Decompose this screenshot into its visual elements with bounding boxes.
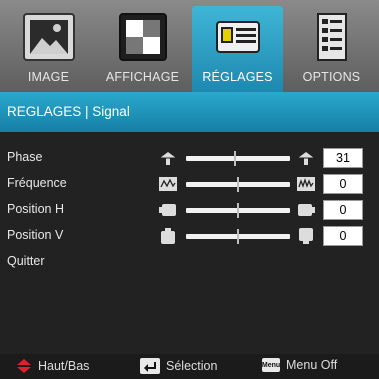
tab-options[interactable]: OPTIONS (286, 6, 377, 92)
frequency-decrease-icon[interactable] (158, 175, 178, 193)
phase-decrease-icon[interactable] (158, 149, 178, 167)
page-title: REGLAGES | Signal (0, 92, 379, 132)
setting-row-position-h[interactable]: Position H 0 (0, 198, 379, 222)
setting-row-position-v[interactable]: Position V 0 (0, 224, 379, 248)
phase-slider[interactable] (186, 151, 290, 166)
hint-menu: Menu Menu Off (262, 358, 337, 372)
settings-panel: Phase 31 Fréquence 0 Position H 0 Positi… (0, 132, 379, 354)
slider-knob[interactable] (237, 229, 239, 244)
phase-increase-icon[interactable] (296, 149, 316, 167)
setting-row-frequence[interactable]: Fréquence 0 (0, 172, 379, 196)
quit-label: Quitter (7, 254, 45, 268)
position-h-slider[interactable] (186, 203, 290, 218)
tab-options-label: OPTIONS (302, 70, 361, 84)
image-icon (22, 12, 76, 62)
frequency-value: 0 (323, 174, 363, 194)
slider-knob[interactable] (234, 151, 236, 166)
v-position-down-icon[interactable] (296, 227, 316, 245)
v-position-up-icon[interactable] (158, 227, 178, 245)
up-down-arrow-icon (17, 359, 31, 373)
tab-reglages[interactable]: RÉGLAGES (192, 6, 283, 92)
setting-row-phase[interactable]: Phase 31 (0, 146, 379, 170)
quit-item[interactable]: Quitter (0, 250, 379, 274)
options-icon (305, 12, 359, 62)
setting-label: Phase (7, 150, 43, 164)
setting-label: Fréquence (7, 176, 67, 190)
footer-hints: Haut/Bas Sélection Menu Menu Off (0, 354, 379, 379)
position-v-value: 0 (323, 226, 363, 246)
tab-affichage-label: AFFICHAGE (105, 70, 180, 84)
hint-nav-label: Haut/Bas (38, 359, 90, 373)
position-h-value: 0 (323, 200, 363, 220)
hint-menu-label: Menu Off (286, 358, 338, 372)
hint-select-label: Sélection (166, 359, 218, 373)
hint-nav: Haut/Bas (16, 358, 89, 374)
tab-reglages-label: RÉGLAGES (202, 70, 273, 84)
menu-key-icon: Menu (262, 358, 280, 372)
h-position-right-icon[interactable] (296, 201, 316, 219)
projector-icon (211, 12, 265, 62)
slider-knob[interactable] (237, 203, 239, 218)
frequency-increase-icon[interactable] (296, 175, 316, 193)
tab-image-label: IMAGE (27, 70, 70, 84)
setting-label: Position V (7, 228, 64, 242)
hint-select: Sélection (140, 358, 217, 374)
position-v-slider[interactable] (186, 229, 290, 244)
tab-bar: IMAGE AFFICHAGE RÉGLAGES OPTIONS (0, 0, 379, 92)
tab-affichage[interactable]: AFFICHAGE (97, 6, 188, 92)
enter-key-icon (140, 358, 160, 374)
tab-image[interactable]: IMAGE (3, 6, 94, 92)
display-icon (116, 12, 170, 62)
phase-value: 31 (323, 148, 363, 168)
slider-knob[interactable] (237, 177, 239, 192)
frequency-slider[interactable] (186, 177, 290, 192)
h-position-left-icon[interactable] (158, 201, 178, 219)
setting-label: Position H (7, 202, 64, 216)
